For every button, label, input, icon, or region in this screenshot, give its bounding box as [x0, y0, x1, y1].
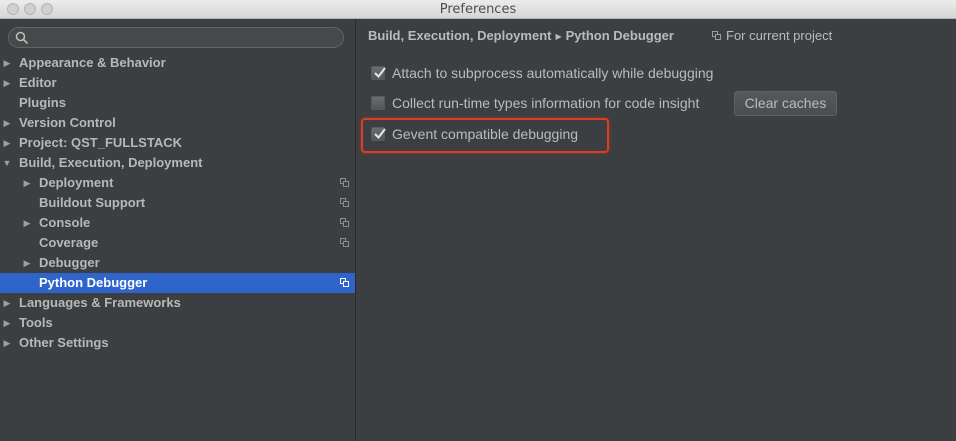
tree-item[interactable]: ▶ Console: [0, 213, 355, 233]
collapsed-arrow-icon[interactable]: ▶: [2, 333, 12, 353]
project-level-icon: [340, 198, 349, 207]
attach-subprocess-label: Attach to subprocess automatically while…: [392, 65, 714, 81]
expanded-arrow-icon[interactable]: ▼: [2, 153, 12, 173]
tree-item[interactable]: Coverage: [0, 233, 355, 253]
gevent-debugging-label: Gevent compatible debugging: [392, 126, 579, 142]
settings-sidebar: ▶ Appearance & Behavior ▶ Editor Plugins ▶ Ver…: [0, 19, 355, 441]
tree-item[interactable]: Python Debugger: [0, 273, 355, 293]
tree-item[interactable]: ▶ Editor: [0, 73, 355, 93]
tree-item[interactable]: ▶ Project: QST_FULLSTACK: [0, 133, 355, 153]
tree-item-label: Plugins: [19, 95, 66, 110]
tree-item-label: Languages & Frameworks: [19, 295, 181, 310]
tree-item-label: Console: [39, 215, 91, 230]
tree-item[interactable]: Plugins: [0, 93, 355, 113]
search-input[interactable]: [8, 27, 344, 48]
breadcrumb-parent: Build, Execution, Deployment: [368, 28, 552, 43]
tree-item-label: Debugger: [39, 255, 100, 270]
tree-item[interactable]: ▶ Tools: [0, 313, 355, 333]
collapsed-arrow-icon[interactable]: ▶: [2, 133, 12, 153]
checkmark-icon: [374, 128, 386, 140]
breadcrumb-separator-icon: ▶: [555, 32, 562, 41]
settings-content: Build, Execution, Deployment ▶ Python Debu…: [356, 19, 956, 441]
tree-item-label: Appearance & Behavior: [19, 55, 166, 70]
tree-item-label: Deployment: [39, 175, 114, 190]
tree-item-label: Tools: [19, 315, 53, 330]
project-level-icon: [340, 178, 349, 187]
clear-caches-button[interactable]: Clear caches: [734, 91, 837, 116]
project-level-icon: [340, 218, 349, 227]
search-icon: [15, 31, 29, 45]
tree-item[interactable]: ▶ Other Settings: [0, 333, 355, 353]
tree-item-label: Coverage: [39, 235, 99, 250]
tree-item-label: Editor: [19, 75, 57, 90]
scope-label: For current project: [726, 28, 833, 43]
settings-tree: ▶ Appearance & Behavior ▶ Editor Plugins ▶ Ver…: [0, 53, 355, 353]
project-level-icon: [340, 278, 349, 287]
scope-indicator: For current project: [712, 28, 832, 43]
collapsed-arrow-icon[interactable]: ▶: [2, 313, 12, 333]
collect-runtime-types-label: Collect run-time types information for c…: [392, 95, 700, 111]
breadcrumb-current: Python Debugger: [565, 28, 674, 43]
tree-item-label: Project: QST_FULLSTACK: [19, 135, 182, 150]
collapsed-arrow-icon[interactable]: ▶: [22, 213, 32, 233]
title-bar: Preferences: [0, 0, 956, 19]
tree-item-label: Version Control: [19, 115, 116, 130]
tree-item[interactable]: ▶ Languages & Frameworks: [0, 293, 355, 313]
tree-item-label: Build, Execution, Deployment: [19, 155, 203, 170]
tree-item[interactable]: ▶ Version Control: [0, 113, 355, 133]
checkmark-icon: [374, 67, 386, 79]
tree-item[interactable]: Buildout Support: [0, 193, 355, 213]
collect-runtime-types-checkbox[interactable]: [371, 96, 385, 110]
attach-subprocess-checkbox[interactable]: [371, 66, 386, 80]
project-scope-icon: [712, 31, 722, 41]
tree-item-label: Buildout Support: [39, 195, 146, 210]
collapsed-arrow-icon[interactable]: ▶: [2, 53, 12, 73]
tree-item[interactable]: ▼ Build, Execution, Deployment: [0, 153, 355, 173]
collapsed-arrow-icon[interactable]: ▶: [2, 73, 12, 93]
tree-item[interactable]: ▶ Debugger: [0, 253, 355, 273]
collapsed-arrow-icon[interactable]: ▶: [22, 253, 32, 273]
window-title: Preferences: [439, 2, 517, 17]
project-level-icon: [340, 238, 349, 247]
tree-item[interactable]: ▶ Deployment: [0, 173, 355, 193]
tree-item-label: Other Settings: [19, 335, 109, 350]
collapsed-arrow-icon[interactable]: ▶: [2, 293, 12, 313]
tree-item[interactable]: ▶ Appearance & Behavior: [0, 53, 355, 73]
collapsed-arrow-icon[interactable]: ▶: [2, 113, 12, 133]
tree-item-label: Python Debugger: [39, 275, 148, 290]
breadcrumb: Build, Execution, Deployment ▶ Python Debu…: [368, 28, 674, 43]
collapsed-arrow-icon[interactable]: ▶: [22, 173, 32, 193]
gevent-debugging-checkbox[interactable]: [371, 127, 386, 141]
